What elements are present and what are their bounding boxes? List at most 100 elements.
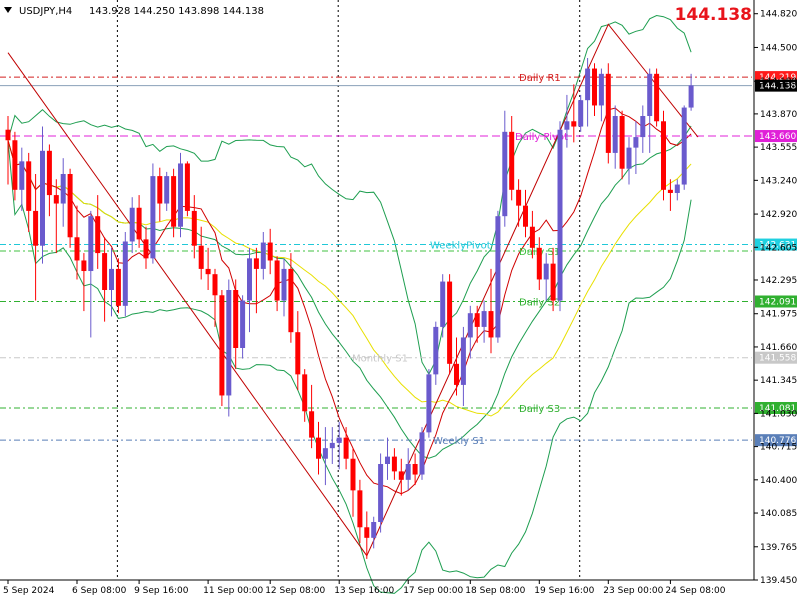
candle-body xyxy=(626,147,632,169)
y-tick-label: 143.555 xyxy=(760,143,797,153)
candle-body xyxy=(171,176,177,227)
candle-body xyxy=(219,295,225,396)
candle-body xyxy=(316,437,321,459)
candle-body xyxy=(274,260,280,301)
candle-body xyxy=(109,268,114,290)
candle-body xyxy=(405,464,411,480)
y-tick-label: 139.765 xyxy=(760,543,797,553)
x-tick-label: 12 Sep 08:00 xyxy=(265,586,325,596)
candle-body xyxy=(74,237,80,261)
y-tick-label: 142.605 xyxy=(760,243,797,253)
candle-body xyxy=(102,253,108,290)
candle-body xyxy=(674,184,680,193)
y-tick-label: 141.030 xyxy=(760,409,797,419)
candle-body xyxy=(647,73,653,116)
candle-body xyxy=(371,522,377,538)
candle-body xyxy=(329,442,335,449)
candle-body xyxy=(661,121,666,190)
candle-body xyxy=(129,207,135,242)
candle-body xyxy=(640,116,646,138)
candle-body xyxy=(336,437,342,443)
candle-body xyxy=(460,337,466,385)
candle-body xyxy=(178,163,183,227)
candle-body xyxy=(447,281,453,364)
candle-body xyxy=(40,150,45,246)
y-tick-label: 142.920 xyxy=(760,210,797,220)
candle-body xyxy=(391,456,397,472)
y-tick-label: 142.295 xyxy=(760,276,797,286)
candle-body xyxy=(516,189,522,206)
candle-body xyxy=(322,448,328,459)
x-tick-label: 6 Sep 08:00 xyxy=(72,586,127,596)
candle-body xyxy=(253,258,259,269)
level-label: WeeklyPivot xyxy=(430,241,491,252)
y-tick-label: 139.450 xyxy=(760,576,797,586)
candle-body xyxy=(33,210,39,246)
y-tick-label: 141.975 xyxy=(760,310,797,320)
candle-body xyxy=(564,121,570,130)
candle-body xyxy=(122,241,128,306)
candle-body xyxy=(688,85,694,108)
chart-container[interactable]: Daily R1 Daily Pivot WeeklyPivot Daily S1 Da… xyxy=(0,0,800,600)
candle-body xyxy=(115,268,121,306)
candle-body xyxy=(412,464,418,475)
candle-body xyxy=(191,210,197,246)
candle-body xyxy=(592,68,597,106)
candle-body xyxy=(440,281,446,327)
candle-body xyxy=(529,226,535,248)
candle-body xyxy=(157,176,163,204)
candle-body xyxy=(5,129,11,141)
x-tick-label: 11 Sep 00:00 xyxy=(203,586,263,596)
candle-body xyxy=(509,131,515,190)
y-tick-label: 144.180 xyxy=(760,77,797,87)
candle-body xyxy=(309,411,315,438)
candle-body xyxy=(378,464,384,522)
candle-body xyxy=(454,363,459,385)
y-tick-label: 140.400 xyxy=(760,476,797,486)
candle-body xyxy=(67,174,73,238)
candle-body xyxy=(53,195,59,204)
x-tick-label: 13 Sep 16:00 xyxy=(334,586,394,596)
x-tick-label: 17 Sep 00:00 xyxy=(403,586,463,596)
candle-body xyxy=(212,274,218,296)
candle-body xyxy=(233,290,239,348)
candle-body xyxy=(295,332,301,375)
x-tick-label: 18 Sep 08:00 xyxy=(465,586,525,596)
candle-body xyxy=(523,205,528,227)
price-tag-text: 143.660 xyxy=(759,132,796,142)
candle-body xyxy=(205,268,211,275)
y-tick-label: 144.500 xyxy=(760,43,797,53)
candle-body xyxy=(585,68,591,101)
candle-body xyxy=(143,239,149,259)
candle-body xyxy=(357,490,363,528)
candle-body xyxy=(350,458,356,491)
candle-body xyxy=(578,100,584,127)
candle-body xyxy=(150,176,156,259)
candle-body xyxy=(302,374,308,412)
candle-body xyxy=(557,129,563,301)
x-tick-label: 5 Sep 2024 xyxy=(3,586,55,596)
last-price-display: 144.138 xyxy=(675,5,752,25)
x-tick-label: 23 Sep 00:00 xyxy=(603,586,663,596)
candle-body xyxy=(81,260,87,272)
candle-body xyxy=(288,268,294,333)
candle-body xyxy=(385,456,390,464)
candle-body xyxy=(281,268,287,301)
candle-body xyxy=(26,161,32,211)
candle-body xyxy=(46,150,52,196)
candle-body xyxy=(612,116,618,153)
x-tick-label: 19 Sep 16:00 xyxy=(534,586,594,596)
candle-body xyxy=(95,216,101,254)
price-chart[interactable]: Daily R1Daily PivotWeeklyPivotDaily S1Da… xyxy=(0,0,800,600)
candle-body xyxy=(364,527,370,538)
candle-body xyxy=(467,313,473,338)
candle-body xyxy=(12,140,18,190)
y-tick-label: 141.345 xyxy=(760,376,797,386)
candle-body xyxy=(240,300,246,348)
candle-body xyxy=(419,432,425,475)
y-tick-label: 141.660 xyxy=(760,343,797,353)
y-tick-label: 143.870 xyxy=(760,110,797,120)
candle-body xyxy=(226,290,232,396)
candle-body xyxy=(633,137,639,148)
level-label: Monthly S1 xyxy=(352,354,408,365)
